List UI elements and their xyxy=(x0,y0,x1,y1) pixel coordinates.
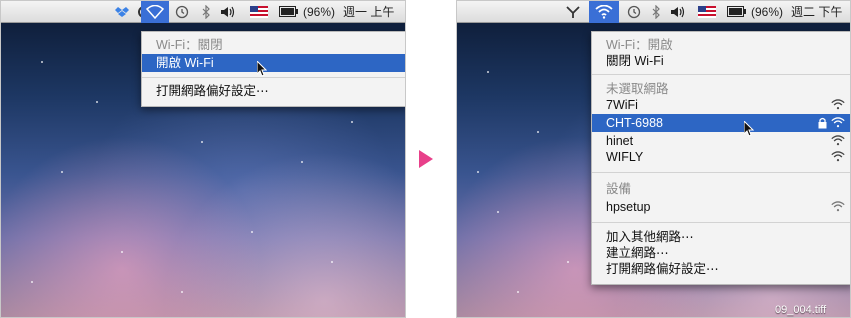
wifi-signal-icon xyxy=(831,201,845,212)
time-machine-icon[interactable] xyxy=(625,1,643,23)
network-item-7wifi[interactable]: 7WiFi xyxy=(592,96,850,114)
volume-icon[interactable] xyxy=(219,1,237,23)
tools-icon[interactable] xyxy=(563,1,583,23)
battery-icon[interactable] xyxy=(727,1,747,23)
open-network-prefs-item[interactable]: 打開網路偏好設定⋯ xyxy=(592,260,850,278)
dropbox-icon[interactable] xyxy=(113,1,131,23)
network-name: hinet xyxy=(606,134,634,148)
battery-icon[interactable] xyxy=(279,1,299,23)
menu-separator xyxy=(592,222,850,223)
screenshot-wifi-off: (96%) 週一 上午 Wi-Fi：關閉 開啟 Wi-Fi 打開網路偏好設定⋯ xyxy=(0,0,406,318)
volume-icon[interactable] xyxy=(669,1,687,23)
menu-bar: (96%) 週二 下午 xyxy=(457,1,850,23)
wifi-signal-icon xyxy=(831,151,845,162)
wifi-dropdown-menu: Wi-Fi：開啟 關閉 Wi-Fi 未選取網路 7WiFi CHT-6988 h… xyxy=(591,31,850,285)
us-flag-icon[interactable] xyxy=(697,1,717,23)
turn-wifi-off-item[interactable]: 關閉 Wi-Fi xyxy=(592,52,850,70)
open-network-prefs-item[interactable]: 打開網路偏好設定⋯ xyxy=(142,82,405,100)
wifi-menu-extra[interactable] xyxy=(589,1,619,23)
menu-separator xyxy=(142,77,405,78)
menu-bar: (96%) 週一 上午 xyxy=(1,1,405,23)
network-name: WIFLY xyxy=(606,150,644,164)
network-item-wifly[interactable]: WIFLY xyxy=(592,148,850,166)
lock-icon xyxy=(818,117,827,129)
menubar-clock[interactable]: 週二 下午 xyxy=(791,1,850,23)
device-item-hpsetup[interactable]: hpsetup xyxy=(592,198,850,216)
battery-percent: (96%) xyxy=(302,5,335,19)
wifi-dropdown-menu: Wi-Fi：關閉 開啟 Wi-Fi 打開網路偏好設定⋯ xyxy=(141,31,405,107)
wifi-off-icon xyxy=(145,4,165,20)
bluetooth-icon[interactable] xyxy=(649,1,663,23)
device-name: hpsetup xyxy=(606,200,651,214)
time-machine-icon[interactable] xyxy=(173,1,191,23)
transition-arrow-icon xyxy=(419,150,433,168)
bluetooth-icon[interactable] xyxy=(199,1,213,23)
wifi-menu-extra[interactable] xyxy=(141,1,169,23)
wifi-signal-icon xyxy=(831,135,845,146)
mouse-pointer-icon xyxy=(744,121,754,137)
wifi-icon xyxy=(595,4,613,19)
wifi-status-label: Wi-Fi：關閉 xyxy=(156,38,223,52)
network-item-cht-6988[interactable]: CHT-6988 xyxy=(592,114,850,132)
turn-wifi-on-item[interactable]: 開啟 Wi-Fi xyxy=(142,54,405,72)
wifi-signal-icon xyxy=(831,117,845,128)
menu-separator xyxy=(592,172,850,173)
wifi-signal-icon xyxy=(831,99,845,110)
desktop-file-label[interactable]: 09_004.tiff xyxy=(775,304,826,316)
menu-separator xyxy=(592,74,850,75)
network-name: CHT-6988 xyxy=(606,116,663,130)
screenshot-wifi-on: (96%) 週二 下午 Wi-Fi：開啟 關閉 Wi-Fi 未選取網路 7WiF… xyxy=(456,0,851,318)
us-flag-icon[interactable] xyxy=(249,1,269,23)
mouse-pointer-icon xyxy=(257,61,267,77)
network-name: 7WiFi xyxy=(606,98,638,112)
menubar-clock[interactable]: 週一 上午 xyxy=(343,1,405,23)
devices-section-header: 設備 xyxy=(606,182,632,196)
battery-percent: (96%) xyxy=(750,5,783,19)
